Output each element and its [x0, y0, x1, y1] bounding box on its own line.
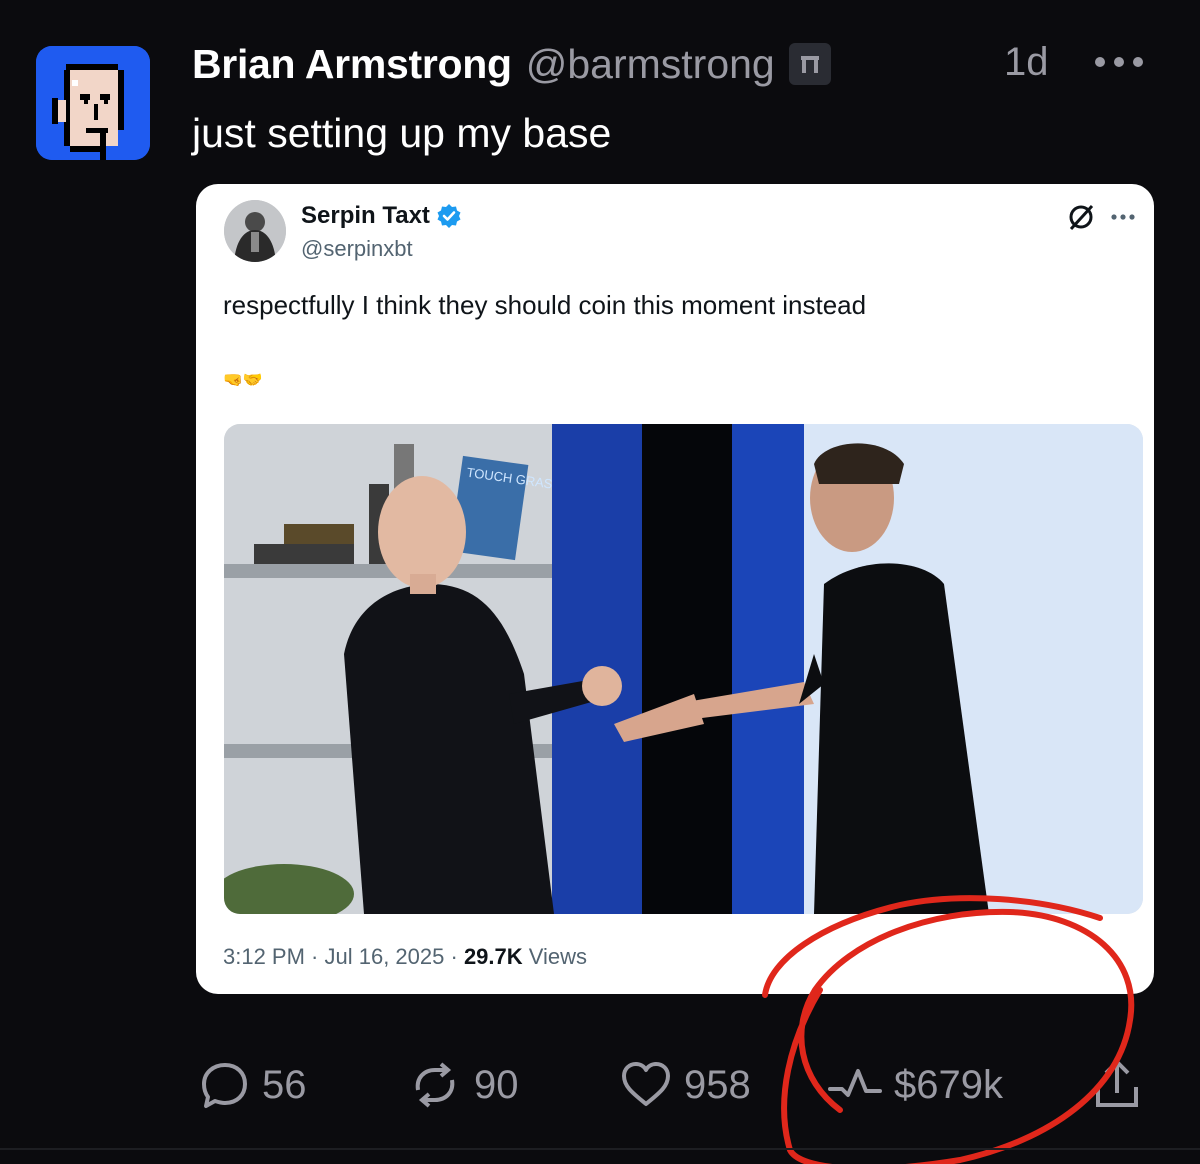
- quoted-author-name-row[interactable]: Serpin Taxt: [301, 202, 462, 230]
- meta-separator: ·: [304, 944, 325, 969]
- author-name[interactable]: Brian Armstrong: [192, 41, 512, 88]
- quoted-header-icons: [1066, 202, 1136, 232]
- quoted-post-meta: 3:12 PM · Jul 16, 2025 · 29.7K Views: [223, 944, 587, 970]
- meta-date[interactable]: Jul 16, 2025: [325, 944, 445, 969]
- post-time[interactable]: 1d: [1004, 40, 1049, 85]
- quoted-author-name[interactable]: Serpin Taxt: [301, 202, 430, 230]
- author-avatar[interactable]: [36, 46, 150, 160]
- activity-pulse-icon: [828, 1069, 882, 1097]
- author-handle[interactable]: @barmstrong: [526, 41, 775, 88]
- pixel-avatar-icon: [36, 46, 150, 160]
- meta-time[interactable]: 3:12 PM: [223, 944, 305, 969]
- views-count: 29.7K: [463, 944, 523, 969]
- grok-icon[interactable]: [1066, 202, 1096, 232]
- like-button[interactable]: 958: [620, 1050, 751, 1120]
- fist-bump-emojis: 🤜🤝: [223, 372, 263, 389]
- post-text: just setting up my base: [192, 110, 612, 156]
- reply-icon: [202, 1063, 247, 1108]
- repost-button[interactable]: 90: [408, 1050, 519, 1120]
- quoted-more-icon[interactable]: [1110, 212, 1136, 222]
- heart-icon: [622, 1062, 670, 1106]
- reply-button[interactable]: 56: [200, 1050, 307, 1120]
- stage-handshake-image: TOUCH GRASS: [224, 424, 1143, 914]
- divider: [0, 1148, 1200, 1150]
- quoted-author-handle[interactable]: @serpinxbt: [301, 236, 413, 262]
- quoted-post-text: respectfully I think they should coin th…: [223, 290, 867, 320]
- repost-count: 90: [474, 1062, 519, 1107]
- quoted-post-card[interactable]: Serpin Taxt @serpinxbt respectfully I th…: [196, 184, 1154, 994]
- reply-count: 56: [262, 1062, 307, 1107]
- value-button[interactable]: $679k: [828, 1050, 1003, 1120]
- views-label: Views: [522, 944, 588, 969]
- share-icon: [1096, 1059, 1138, 1107]
- meta-separator-2: ·: [444, 944, 464, 969]
- post-actions-bar: 56 90 958 $679k: [196, 1050, 1156, 1120]
- more-options-icon[interactable]: [1092, 42, 1146, 82]
- monk-avatar-icon: [224, 200, 286, 262]
- share-button[interactable]: [1092, 1050, 1142, 1120]
- value-amount: $679k: [894, 1062, 1003, 1107]
- quoted-author-avatar[interactable]: [224, 200, 286, 262]
- quoted-post-photo[interactable]: TOUCH GRASS: [224, 424, 1143, 914]
- repost-icon: [415, 1062, 455, 1108]
- affiliation-badge-icon[interactable]: [788, 43, 831, 85]
- verified-badge-icon: [437, 204, 461, 228]
- like-count: 958: [684, 1062, 751, 1107]
